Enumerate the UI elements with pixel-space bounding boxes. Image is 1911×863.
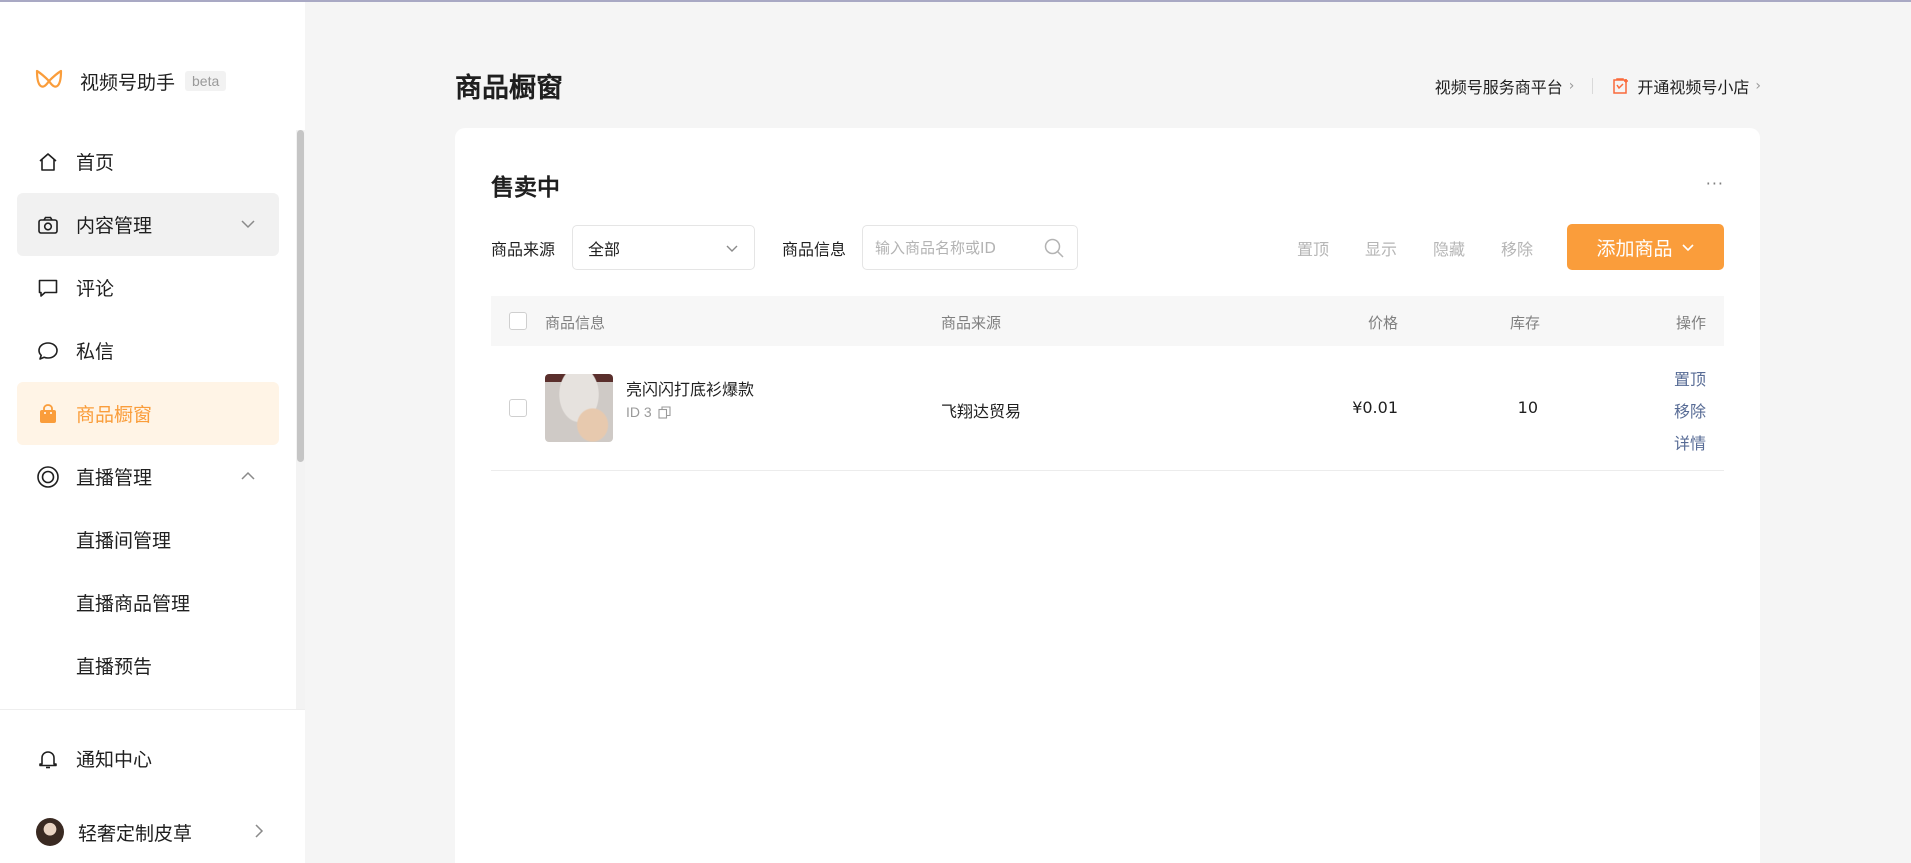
beta-badge: beta — [185, 71, 227, 91]
sidebar-item-content[interactable]: 内容管理 — [17, 193, 279, 256]
shop-icon — [1613, 78, 1629, 94]
shopping-bag-icon — [36, 402, 60, 426]
product-stock: 10 — [1517, 398, 1538, 417]
search-input[interactable] — [875, 238, 1035, 257]
copy-icon[interactable] — [658, 405, 671, 419]
sidebar-item-label: 商品橱窗 — [76, 404, 153, 426]
product-source: 飞翔达贸易 — [941, 402, 1022, 421]
column-header-info: 商品信息 — [545, 314, 606, 332]
open-shop-label: 开通视频号小店 — [1637, 78, 1750, 97]
sidebar-subitem-label: 直播间管理 — [76, 530, 172, 552]
bell-icon — [36, 747, 60, 771]
bulk-pin-button[interactable]: 置顶 — [1297, 236, 1329, 260]
more-options-icon[interactable]: ··· — [1706, 174, 1724, 193]
chevron-right-icon: › — [1755, 78, 1761, 94]
page-title: 商品橱窗 — [455, 73, 563, 104]
column-header-source: 商品来源 — [941, 314, 1002, 332]
sidebar-nav: 首页 内容管理 评论 私信 商品橱窗 直播管理 直播间管理 直播商品管理 直播预… — [17, 130, 279, 697]
header-separator — [1592, 78, 1594, 94]
search-icon[interactable] — [1043, 237, 1065, 259]
product-id: ID 3 — [626, 404, 671, 420]
card-title: 售卖中 — [491, 175, 560, 201]
source-select-value: 全部 — [588, 239, 621, 259]
app-name: 视频号助手 — [80, 71, 176, 94]
row-remove-link[interactable]: 移除 — [1674, 398, 1706, 422]
header-links: 视频号服务商平台 › 开通视频号小店 › — [1435, 74, 1761, 98]
sidebar-subitem-live-preview[interactable]: 直播预告 — [17, 634, 279, 697]
sidebar-scrollbar-thumb[interactable] — [297, 130, 304, 462]
source-select[interactable]: 全部 — [572, 225, 755, 270]
source-filter-label: 商品来源 — [491, 240, 556, 259]
chevron-right-icon: › — [1568, 78, 1575, 94]
user-name: 轻奢定制皮草 — [78, 822, 193, 845]
home-icon — [36, 150, 60, 174]
row-pin-link[interactable]: 置顶 — [1674, 366, 1706, 390]
product-price: ¥0.01 — [1352, 398, 1398, 417]
live-icon — [36, 465, 60, 489]
chevron-up-icon[interactable] — [239, 467, 257, 485]
sidebar-subitem-live-room[interactable]: 直播间管理 — [17, 508, 279, 571]
sidebar-subitem-live-products[interactable]: 直播商品管理 — [17, 571, 279, 634]
bulk-remove-button[interactable]: 移除 — [1501, 236, 1533, 260]
add-product-button[interactable]: 添加商品 — [1567, 224, 1724, 270]
table-header: 商品信息 商品来源 价格 库存 操作 — [491, 296, 1724, 346]
sidebar-subitem-label: 直播商品管理 — [76, 593, 191, 615]
sidebar-divider — [0, 709, 305, 710]
sidebar-item-comments[interactable]: 评论 — [17, 256, 279, 319]
channels-logo-icon — [35, 69, 63, 88]
user-profile[interactable]: 轻奢定制皮草 — [36, 818, 268, 846]
chevron-down-icon — [1681, 244, 1694, 252]
sidebar: 视频号助手 beta 首页 内容管理 评论 私信 商品橱窗 直播管理 直播间管理… — [0, 2, 305, 863]
sidebar-item-label: 直播管理 — [76, 467, 153, 489]
product-name[interactable]: 亮闪闪打底衫爆款 — [626, 376, 754, 400]
add-product-label: 添加商品 — [1596, 237, 1673, 260]
brand[interactable]: 视频号助手 beta — [34, 66, 227, 96]
bulk-show-button[interactable]: 显示 — [1365, 236, 1397, 260]
chevron-right-icon — [255, 824, 264, 838]
showcase-card: 售卖中 ··· 商品来源 全部 商品信息 置顶 显示 隐藏 移除 添加商品 商品… — [455, 128, 1760, 863]
comment-icon — [36, 276, 60, 300]
select-all-checkbox[interactable] — [509, 312, 527, 330]
column-header-stock: 库存 — [1509, 314, 1540, 332]
sidebar-item-label: 首页 — [76, 152, 115, 174]
avatar — [36, 818, 64, 846]
table-row: 亮闪闪打底衫爆款 ID 3 飞翔达贸易 ¥0.01 10 置顶 移除 详情 — [491, 346, 1724, 471]
sidebar-item-label: 评论 — [76, 278, 115, 300]
service-platform-label: 视频号服务商平台 — [1434, 78, 1563, 97]
notification-center[interactable]: 通知中心 — [36, 745, 152, 772]
sidebar-item-label: 私信 — [76, 341, 115, 363]
row-checkbox[interactable] — [509, 399, 527, 417]
chevron-down-icon — [726, 245, 738, 252]
chat-bubble-icon — [36, 339, 60, 363]
service-platform-link[interactable]: 视频号服务商平台 › — [1435, 74, 1575, 98]
column-header-actions: 操作 — [1675, 314, 1706, 332]
notification-center-label: 通知中心 — [76, 749, 153, 771]
bulk-hide-button[interactable]: 隐藏 — [1433, 236, 1465, 260]
sidebar-item-live[interactable]: 直播管理 — [17, 445, 279, 508]
sidebar-item-label: 内容管理 — [76, 215, 153, 237]
search-box — [862, 225, 1078, 270]
sidebar-item-showcase[interactable]: 商品橱窗 — [17, 382, 279, 445]
sidebar-item-home[interactable]: 首页 — [17, 130, 279, 193]
chevron-down-icon[interactable] — [239, 215, 257, 233]
info-filter-label: 商品信息 — [782, 240, 847, 259]
product-id-text: ID 3 — [626, 404, 652, 420]
row-detail-link[interactable]: 详情 — [1674, 430, 1706, 454]
product-thumbnail[interactable] — [545, 374, 613, 442]
camera-icon — [36, 213, 60, 237]
sidebar-item-messages[interactable]: 私信 — [17, 319, 279, 382]
sidebar-subitem-label: 直播预告 — [76, 656, 153, 678]
open-shop-link[interactable]: 开通视频号小店 › — [1611, 74, 1761, 98]
column-header-price: 价格 — [1367, 314, 1398, 332]
